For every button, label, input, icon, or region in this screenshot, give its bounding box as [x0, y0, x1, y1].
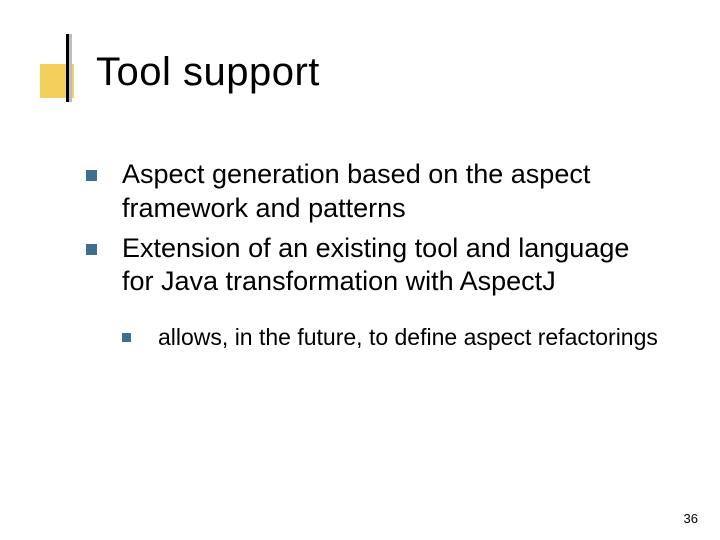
page-number: 36 [684, 511, 698, 526]
slide-title: Tool support [96, 50, 320, 95]
bullet-text: allows, in the future, to define aspect … [158, 324, 658, 350]
accent-bar-light-icon [69, 34, 72, 102]
body-area: Aspect generation based on the aspect fr… [86, 158, 660, 352]
bullet-text: Extension of an existing tool and langua… [122, 233, 629, 297]
sub-bullet-group: allows, in the future, to define aspect … [122, 323, 660, 352]
bullet-level1: Aspect generation based on the aspect fr… [86, 158, 660, 226]
bullet-text: Aspect generation based on the aspect fr… [122, 159, 590, 223]
slide: Tool support Aspect generation based on … [0, 0, 720, 540]
bullet-level1: Extension of an existing tool and langua… [86, 232, 660, 300]
bullet-level2: allows, in the future, to define aspect … [122, 323, 660, 352]
square-bullet-icon [86, 244, 97, 255]
title-area: Tool support [40, 58, 680, 138]
square-bullet-icon [122, 333, 131, 342]
square-bullet-icon [86, 170, 97, 181]
